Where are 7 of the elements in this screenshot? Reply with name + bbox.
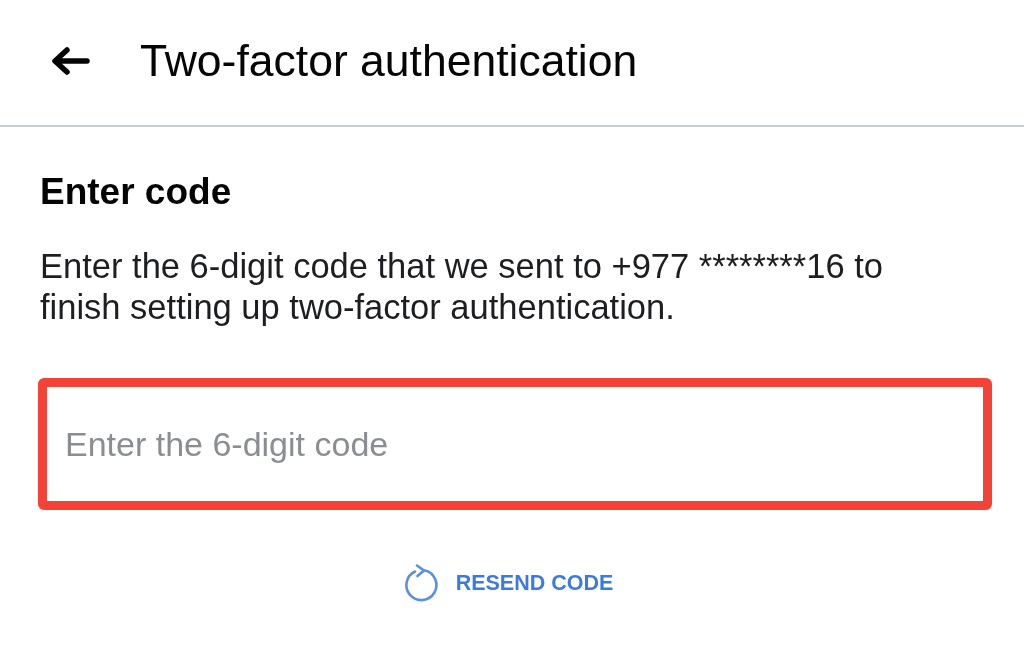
back-arrow-icon (50, 45, 90, 76)
resend-code-button[interactable]: RESEND CODE (402, 564, 614, 602)
page-title: Two-factor authentication (140, 34, 638, 87)
code-input-field[interactable]: Enter the 6-digit code (38, 378, 992, 510)
section-heading: Enter code (40, 170, 232, 214)
instruction-text: Enter the 6-digit code that we sent to +977 ********16 to finish setting up two-factor authentication. (40, 246, 884, 328)
refresh-icon (402, 564, 439, 602)
